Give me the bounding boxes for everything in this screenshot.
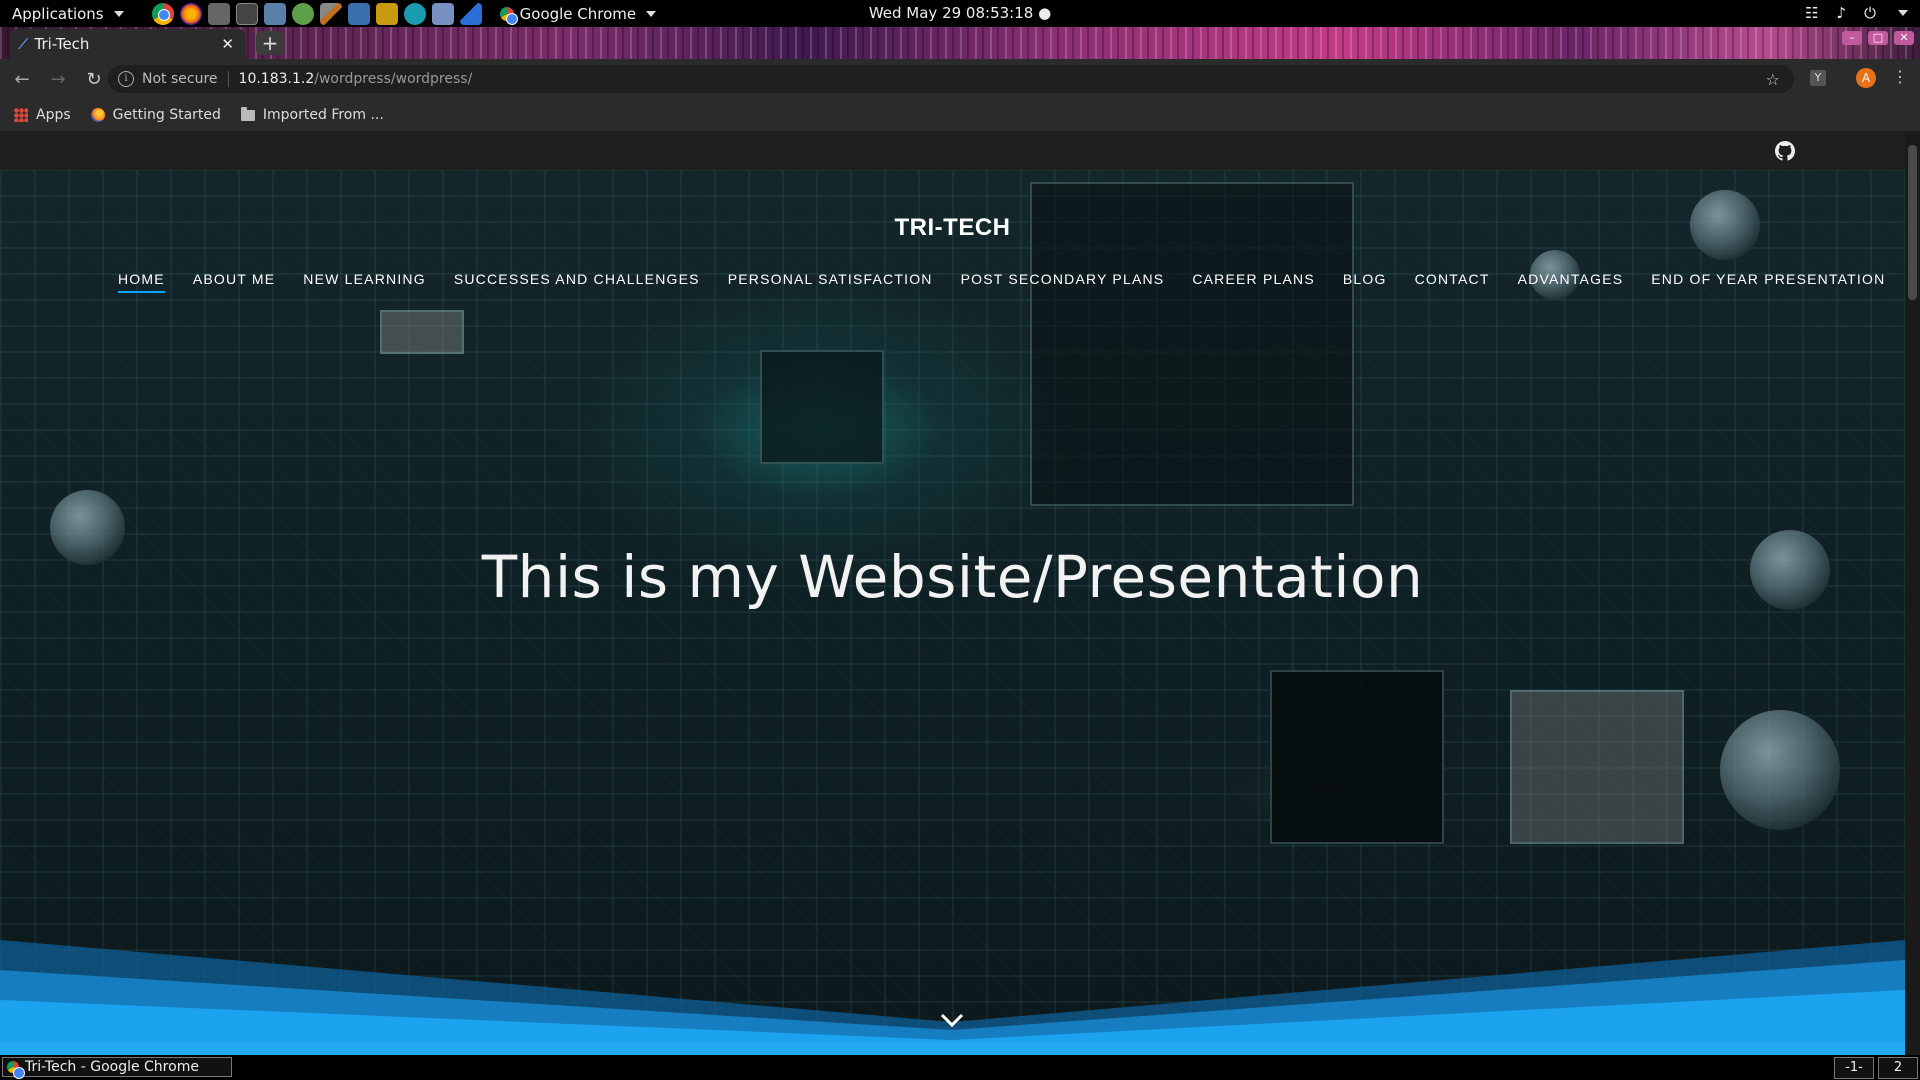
network-icon[interactable]: ☷	[1805, 4, 1818, 22]
scrollbar-thumb[interactable]	[1908, 145, 1917, 300]
folder-icon	[240, 106, 255, 121]
calculator-launcher-icon[interactable]	[207, 2, 230, 25]
page-scrollbar[interactable]	[1905, 131, 1920, 1055]
info-icon[interactable]: i	[118, 71, 134, 87]
firefox-icon	[90, 108, 105, 122]
tab-tri-tech[interactable]: ⁄ Tri-Tech ✕	[10, 29, 246, 59]
chevron-down-icon[interactable]	[1898, 10, 1908, 16]
page-viewport: TRI-TECH HOME ABOUT ME NEW LEARNING SUCC…	[0, 131, 1920, 1055]
divider	[227, 71, 229, 87]
app-launcher-icon[interactable]	[291, 2, 314, 25]
firefox-launcher-icon[interactable]	[179, 2, 202, 25]
site-header-bar	[0, 131, 1905, 170]
chevron-down-icon	[646, 10, 657, 17]
virtualbox-launcher-icon[interactable]	[431, 2, 454, 25]
forward-button[interactable]: →	[44, 69, 72, 90]
close-icon[interactable]: ✕	[221, 35, 234, 53]
power-icon[interactable]: ⏻	[1864, 4, 1876, 22]
bookmark-star-icon[interactable]: ☆	[1766, 70, 1780, 89]
applications-label: Applications	[12, 4, 104, 23]
launcher-bar	[151, 2, 482, 25]
network-launcher-icon[interactable]	[375, 2, 398, 25]
tab-strip: ⁄ Tri-Tech ✕ + – □ ✕	[0, 27, 1920, 59]
active-app-label: Google Chrome	[519, 4, 637, 23]
ide-launcher-icon[interactable]	[459, 2, 482, 25]
new-tab-button[interactable]: +	[256, 31, 284, 55]
bottom-taskbar: Tri-Tech - Google Chrome -1- 2	[0, 1055, 1920, 1080]
bookmark-imported-folder[interactable]: Imported From ...	[240, 106, 384, 123]
applications-menu[interactable]: Applications	[0, 5, 136, 23]
active-app-menu[interactable]: Google Chrome	[499, 4, 657, 25]
chrome-launcher-icon[interactable]	[151, 2, 174, 25]
extension-icon[interactable]: Y	[1810, 70, 1826, 86]
system-tray: ☷ ♪ ⏻	[1805, 4, 1908, 22]
security-label: Not secure	[142, 71, 218, 87]
terminal-launcher-icon[interactable]	[235, 2, 258, 25]
task-label: Tri-Tech - Google Chrome	[25, 1059, 199, 1075]
bookmark-label: Getting Started	[112, 107, 221, 123]
arduino-launcher-icon[interactable]	[403, 2, 426, 25]
chrome-icon	[7, 1061, 25, 1079]
tool-launcher-icon[interactable]	[319, 2, 342, 25]
workspace-2[interactable]: 2	[1878, 1057, 1918, 1079]
hero-section: TRI-TECH HOME ABOUT ME NEW LEARNING SUCC…	[0, 170, 1905, 1055]
back-button[interactable]: ←	[8, 69, 36, 90]
chrome-icon	[499, 6, 518, 25]
maximize-icon[interactable]: □	[1868, 31, 1888, 45]
window-launcher-icon[interactable]	[347, 2, 370, 25]
hero-wave-decoration	[0, 940, 1905, 1055]
reload-button[interactable]: ↻	[80, 69, 108, 90]
bookmark-apps[interactable]: Apps	[14, 107, 71, 123]
tab-title: Tri-Tech	[34, 35, 90, 53]
url-path: /wordpress/wordpress/	[314, 71, 473, 87]
browser-toolbar: ← → ↻ i Not secure 10.183.1.2 /wordpress…	[0, 59, 1920, 99]
chevron-down-icon[interactable]	[938, 1010, 966, 1030]
workspace-1[interactable]: -1-	[1834, 1057, 1874, 1079]
minimize-icon[interactable]: –	[1842, 31, 1862, 45]
github-icon[interactable]	[1775, 141, 1795, 161]
chevron-down-icon	[113, 10, 124, 17]
page-favicon-icon: ⁄	[22, 35, 25, 53]
apps-grid-icon	[14, 108, 28, 122]
top-panel: Applications Google Chrome Wed May 29 08…	[0, 0, 1920, 27]
window-close-icon[interactable]: ✕	[1894, 31, 1914, 45]
text-editor-launcher-icon[interactable]	[263, 2, 286, 25]
profile-avatar[interactable]: A	[1856, 68, 1876, 88]
bookmarks-bar: Apps Getting Started Imported From ...	[0, 99, 1920, 131]
menu-icon[interactable]: ⋮	[1892, 67, 1908, 86]
bookmark-label: Imported From ...	[262, 107, 384, 123]
bookmark-label: Apps	[36, 107, 71, 123]
url-host: 10.183.1.2	[238, 71, 315, 87]
bookmark-getting-started[interactable]: Getting Started	[90, 107, 221, 123]
volume-icon[interactable]: ♪	[1837, 4, 1847, 22]
taskbar-window-chrome[interactable]: Tri-Tech - Google Chrome	[2, 1057, 232, 1079]
address-bar[interactable]: i Not secure 10.183.1.2 /wordpress/wordp…	[108, 65, 1794, 93]
clock[interactable]: Wed May 29 08:53:18 ●	[869, 4, 1051, 22]
